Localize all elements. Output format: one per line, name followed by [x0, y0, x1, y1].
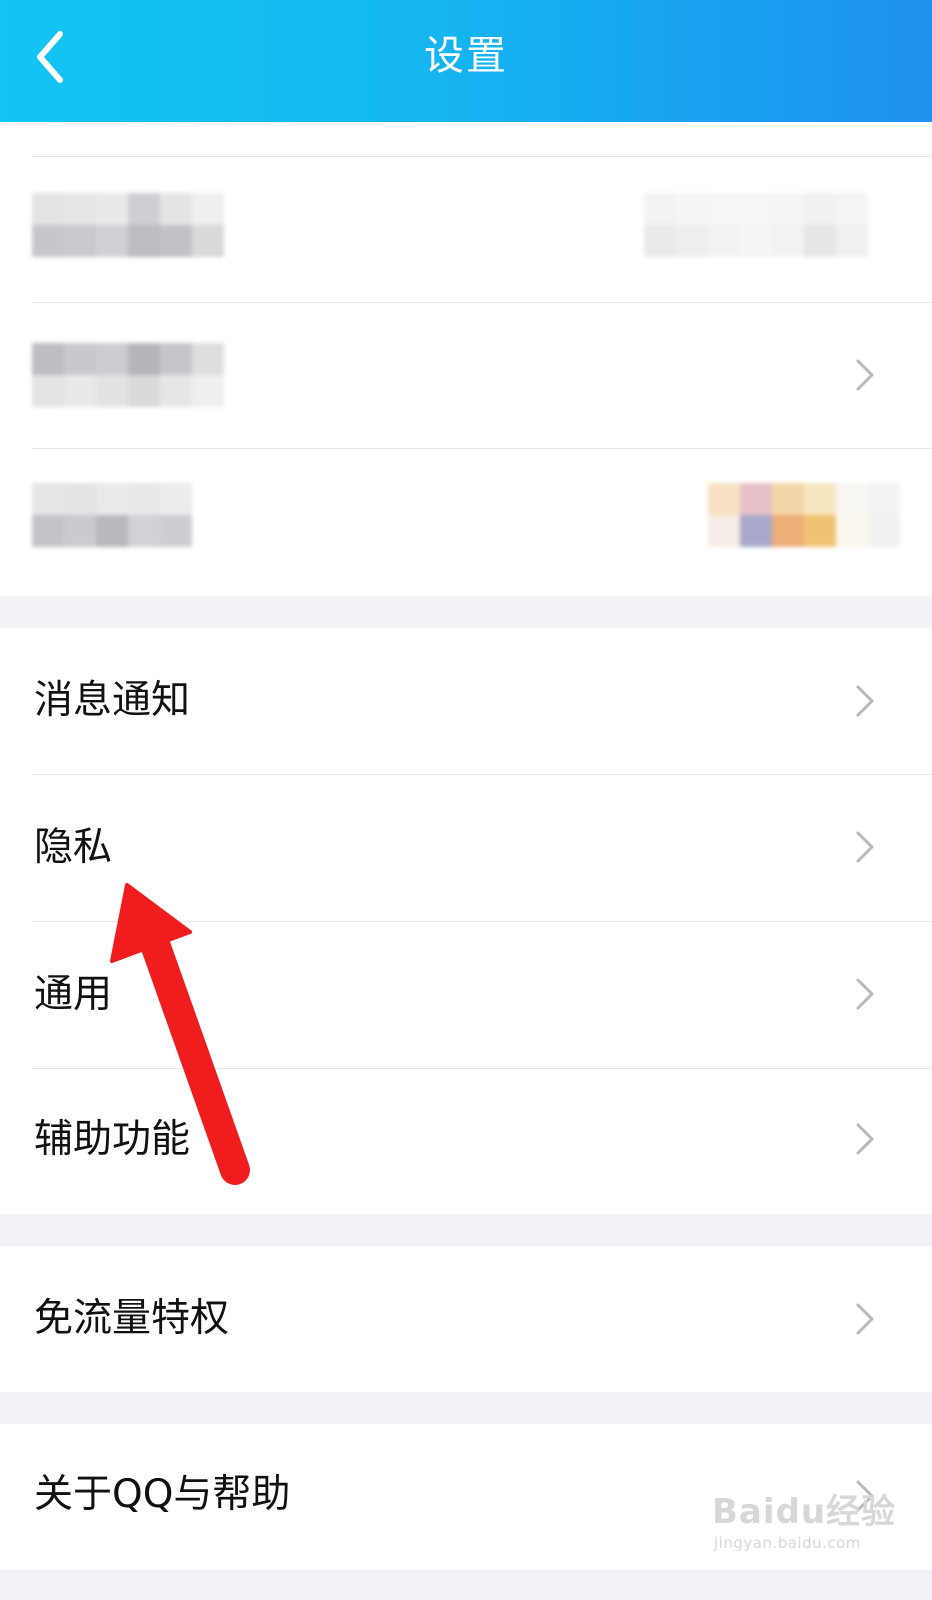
blurred-row-3[interactable]: [0, 449, 932, 594]
account-section: [0, 122, 932, 596]
obscured-label: [32, 193, 226, 257]
page-title: 设置: [424, 33, 508, 79]
title-bar: 设置: [0, 0, 932, 122]
baidu-watermark: Baidu经验 jingyan.baidu.com: [712, 1474, 912, 1564]
settings-section: 消息通知 隐私 通用 辅助功能: [0, 628, 932, 1214]
obscured-label: [32, 483, 194, 547]
general-label: 通用: [34, 972, 113, 1017]
watermark-logo: Baidu经验: [712, 1492, 897, 1532]
accessibility-label: 辅助功能: [34, 1117, 191, 1162]
obscured-label: [32, 343, 226, 407]
general-row[interactable]: 通用: [0, 922, 932, 1068]
notifications-label: 消息通知: [34, 678, 191, 723]
chevron-right-icon: [856, 831, 874, 863]
watermark-url: jingyan.baidu.com: [714, 1534, 861, 1552]
chevron-right-icon: [856, 359, 874, 391]
free-data-label: 免流量特权: [34, 1296, 230, 1341]
privacy-label: 隐私: [34, 825, 113, 870]
chevron-right-icon: [856, 978, 874, 1010]
obscured-value: [644, 193, 904, 257]
chevron-right-icon: [856, 1303, 874, 1335]
obscured-avatar: [708, 483, 904, 547]
accessibility-row[interactable]: 辅助功能: [0, 1069, 932, 1214]
free-data-row[interactable]: 免流量特权: [0, 1246, 932, 1392]
blurred-row-1[interactable]: [0, 157, 932, 302]
free-data-section: 免流量特权: [0, 1246, 932, 1392]
about-label: 关于QQ与帮助: [34, 1472, 291, 1517]
chevron-right-icon: [856, 1123, 874, 1155]
blurred-row-2[interactable]: [0, 303, 932, 448]
notifications-row[interactable]: 消息通知: [0, 628, 932, 774]
chevron-right-icon: [856, 685, 874, 717]
privacy-row[interactable]: 隐私: [0, 775, 932, 921]
